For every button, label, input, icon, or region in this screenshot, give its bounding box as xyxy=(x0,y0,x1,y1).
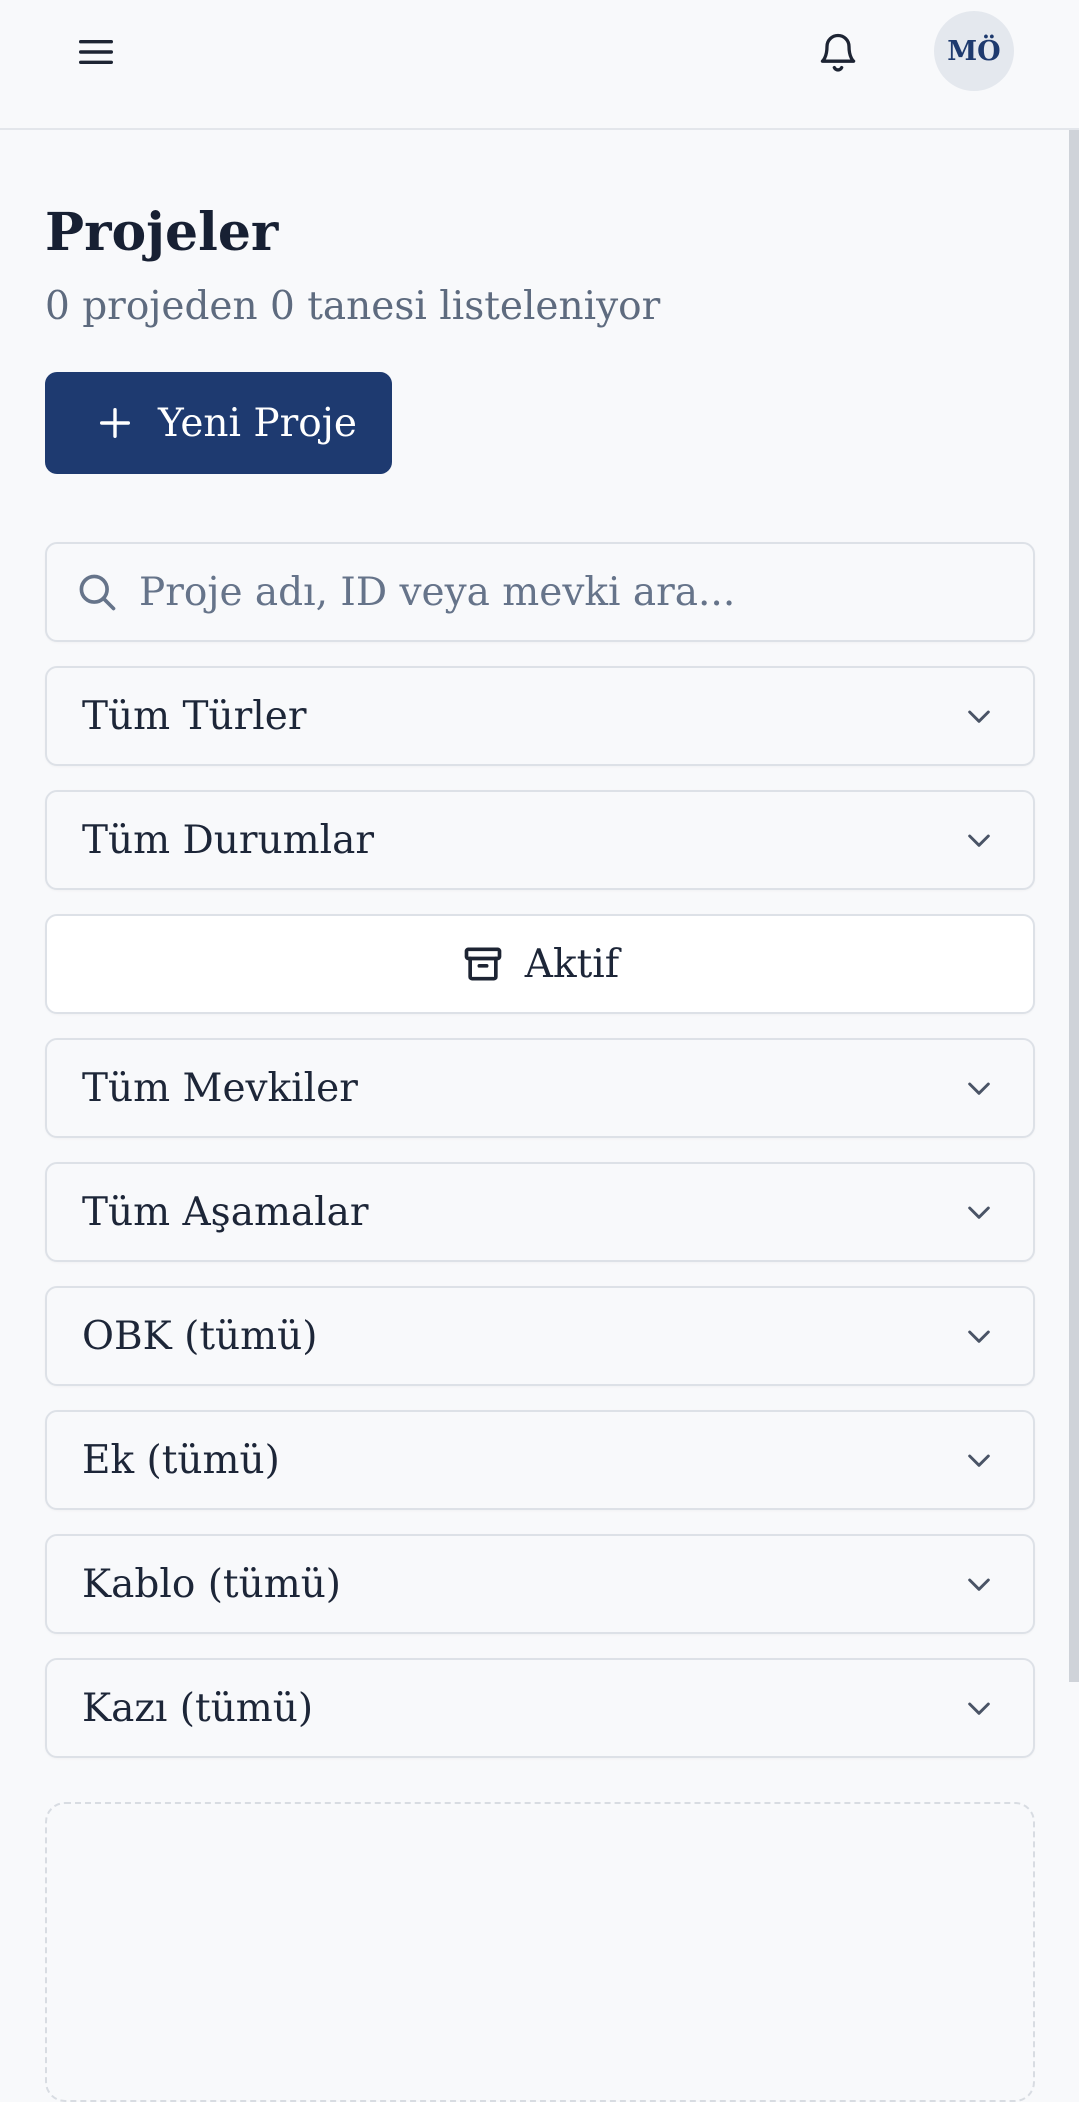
chevron-down-icon xyxy=(963,1196,995,1228)
location-filter-label: Tüm Mevkiler xyxy=(82,1065,358,1111)
project-count-text: 0 projeden 0 tanesi listeleniyor xyxy=(45,284,661,329)
ek-filter-label: Ek (tümü) xyxy=(82,1437,280,1483)
page-scrollbar[interactable] xyxy=(1069,130,1079,1682)
top-bar: MÖ xyxy=(0,0,1079,130)
ek-filter-select[interactable]: Ek (tümü) xyxy=(45,1410,1035,1510)
empty-projects-placeholder xyxy=(45,1802,1035,2102)
notifications-button[interactable] xyxy=(812,26,864,78)
phase-filter-select[interactable]: Tüm Aşamalar xyxy=(45,1162,1035,1262)
excavation-filter-select[interactable]: Kazı (tümü) xyxy=(45,1658,1035,1758)
chevron-down-icon xyxy=(963,1568,995,1600)
active-archive-toggle[interactable]: Aktif xyxy=(45,914,1035,1014)
chevron-down-icon xyxy=(963,824,995,856)
chevron-down-icon xyxy=(963,700,995,732)
search-input[interactable] xyxy=(139,569,999,615)
plus-icon xyxy=(97,405,133,441)
obk-filter-label: OBK (tümü) xyxy=(82,1313,318,1359)
archive-icon xyxy=(461,942,505,986)
menu-button[interactable] xyxy=(70,30,122,74)
type-filter-select[interactable]: Tüm Türler xyxy=(45,666,1035,766)
chevron-down-icon xyxy=(963,1444,995,1476)
bell-icon xyxy=(820,33,856,72)
user-avatar[interactable]: MÖ xyxy=(934,11,1014,91)
location-filter-select[interactable]: Tüm Mevkiler xyxy=(45,1038,1035,1138)
chevron-down-icon xyxy=(963,1320,995,1352)
cable-filter-select[interactable]: Kablo (tümü) xyxy=(45,1534,1035,1634)
search-field[interactable] xyxy=(45,542,1035,642)
type-filter-label: Tüm Türler xyxy=(82,693,307,739)
search-icon xyxy=(75,570,119,614)
excavation-filter-label: Kazı (tümü) xyxy=(82,1685,314,1731)
page-title: Projeler xyxy=(45,202,279,263)
new-project-label: Yeni Proje xyxy=(158,400,357,446)
status-filter-select[interactable]: Tüm Durumlar xyxy=(45,790,1035,890)
chevron-down-icon xyxy=(963,1692,995,1724)
status-filter-label: Tüm Durumlar xyxy=(82,817,375,863)
hamburger-menu-icon xyxy=(79,40,113,64)
obk-filter-select[interactable]: OBK (tümü) xyxy=(45,1286,1035,1386)
cable-filter-label: Kablo (tümü) xyxy=(82,1561,342,1607)
phase-filter-label: Tüm Aşamalar xyxy=(82,1189,369,1235)
active-toggle-label: Aktif xyxy=(524,941,620,987)
new-project-button[interactable]: Yeni Proje xyxy=(45,372,392,474)
chevron-down-icon xyxy=(963,1072,995,1104)
